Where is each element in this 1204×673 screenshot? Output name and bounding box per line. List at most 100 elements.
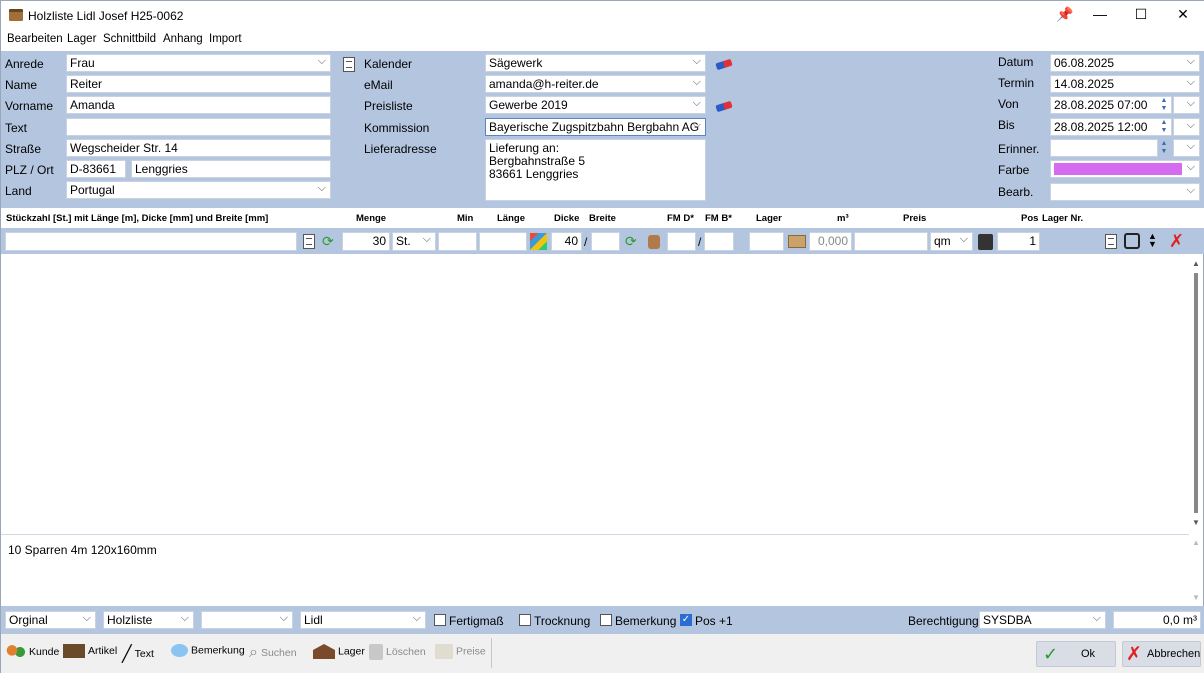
pos-input[interactable]: 1 [997, 232, 1040, 251]
menu-anhang[interactable]: Anhang [163, 33, 203, 45]
bis-date: 28.08.2025 [1054, 120, 1115, 134]
menu-import[interactable]: Import [209, 33, 242, 45]
breite-input[interactable] [591, 232, 620, 251]
bemerkung-checkbox[interactable] [600, 614, 612, 626]
notes-scroll-up-icon[interactable]: ▲ [1191, 538, 1201, 547]
erinner-spinner-icon[interactable]: ▲ ▼ [1158, 140, 1170, 156]
lager-button[interactable]: Lager [313, 644, 365, 659]
vorname-field[interactable]: Amanda [66, 96, 331, 114]
notes-scroll-down-icon[interactable]: ▼ [1191, 593, 1201, 602]
type-select[interactable]: Holzliste [103, 611, 194, 629]
wood-icon[interactable] [648, 235, 660, 249]
email-select[interactable]: amanda@h-reiter.de [485, 75, 706, 93]
grid-scroll-up-icon[interactable]: ▲ [1191, 259, 1201, 268]
box-icon[interactable] [788, 235, 806, 248]
eraser-icon[interactable] [715, 100, 733, 113]
suchen-label: Suchen [260, 646, 297, 659]
ort-field[interactable]: Lenggries [131, 160, 331, 178]
farbe-select[interactable] [1050, 160, 1200, 178]
grid-scroll-down-icon[interactable]: ▼ [1191, 518, 1201, 527]
close-button[interactable]: ✕ [1168, 3, 1198, 25]
menu-schnittbild[interactable]: Schnittbild [103, 33, 156, 45]
artikel-button[interactable]: Artikel [63, 644, 117, 658]
bis-date-field[interactable]: 28.08.2025 12:00 [1050, 118, 1172, 136]
loeschen-button[interactable]: Löschen [369, 644, 426, 660]
anrede-select[interactable]: Frau [66, 54, 331, 72]
refresh-icon[interactable]: ⟳ [625, 233, 637, 250]
termin-field[interactable]: 14.08.2025 [1050, 75, 1200, 93]
kalender-select[interactable]: Sägewerk [485, 54, 706, 72]
erinner-dropdown[interactable] [1173, 139, 1200, 157]
minimize-button[interactable]: — [1085, 3, 1115, 25]
fm-separator: / [698, 235, 702, 249]
kommission-select[interactable]: Bayerische Zugspitzbahn Bergbahn AG [485, 118, 706, 136]
move-updown-icon[interactable]: ▲ ▼ [1148, 232, 1157, 249]
grid-scrollbar[interactable] [1194, 273, 1198, 513]
preisliste-select[interactable]: Gewerbe 2019 [485, 96, 706, 114]
blank-select[interactable] [201, 611, 293, 629]
erinner-field[interactable] [1050, 139, 1158, 157]
strasse-field[interactable]: Wegscheider Str. 14 [66, 139, 331, 157]
stueck-input[interactable] [5, 232, 297, 251]
warehouse-icon [313, 644, 335, 659]
suchen-button[interactable]: ⌕ Suchen [249, 644, 297, 662]
menu-lager[interactable]: Lager [67, 33, 96, 45]
name-field[interactable]: Reiter [66, 75, 331, 93]
von-spinner-icon[interactable]: ▲ ▼ [1158, 97, 1170, 113]
land-select[interactable]: Portugal [66, 181, 331, 199]
kunde-label: Kunde [29, 645, 60, 658]
berechtigung-select[interactable]: SYSDBA [979, 611, 1106, 629]
square-icon[interactable] [1124, 233, 1140, 249]
maximize-button[interactable]: ☐ [1126, 3, 1156, 25]
dicke-input[interactable]: 40 [551, 232, 582, 251]
min-input[interactable] [438, 232, 477, 251]
lieferadresse-textarea[interactable]: Lieferung an: Bergbahnstraße 5 83661 Len… [485, 139, 706, 201]
laenge-input[interactable] [479, 232, 527, 251]
artikel-label: Artikel [88, 644, 118, 657]
refresh-icon[interactable]: ⟳ [322, 233, 334, 250]
mode-select[interactable]: Orginal [5, 611, 96, 629]
preis-input[interactable] [854, 232, 928, 251]
datum-field[interactable]: 06.08.2025 [1050, 54, 1200, 72]
search-icon: ⌕ [249, 644, 258, 661]
puzzle-icon[interactable] [530, 233, 547, 250]
farbe-swatch [1054, 163, 1182, 175]
document-icon[interactable] [343, 57, 355, 72]
people-icon [6, 644, 26, 660]
pos-plus-checkbox[interactable]: ✓ [680, 614, 692, 626]
app-icon [9, 9, 23, 21]
unit-select[interactable]: St. [392, 232, 436, 251]
fertigmass-checkbox[interactable] [434, 614, 446, 626]
bis-spinner-icon[interactable]: ▲ ▼ [1158, 119, 1170, 135]
calculator-icon[interactable] [978, 234, 993, 250]
positions-grid[interactable] [1, 254, 1189, 532]
abbrechen-button[interactable]: ✗ Abbrechen [1122, 641, 1201, 667]
delete-icon[interactable]: ✗ [1169, 231, 1184, 252]
text-field[interactable] [66, 118, 331, 136]
fmb-input[interactable] [704, 232, 734, 251]
eraser-icon[interactable] [715, 58, 733, 71]
text-button[interactable]: ╱ Text [122, 644, 154, 664]
plz-field[interactable]: D-83661 [66, 160, 126, 178]
notes-area[interactable]: 10 Sparren 4m 120x160mm [1, 534, 1189, 606]
von-dropdown[interactable] [1173, 96, 1200, 114]
menu-bearbeiten[interactable]: Bearbeiten [7, 33, 63, 45]
preis-unit-select[interactable]: qm [930, 232, 973, 251]
kunde-button[interactable]: Kunde [6, 644, 59, 660]
bearb-select[interactable] [1050, 183, 1200, 201]
trocknung-checkbox[interactable] [519, 614, 531, 626]
bis-dropdown[interactable] [1173, 118, 1200, 136]
toolbar-separator [491, 638, 492, 668]
pin-icon[interactable]: 📌 [1056, 6, 1073, 23]
document-icon[interactable] [303, 234, 315, 249]
menge-input[interactable]: 30 [342, 232, 390, 251]
von-date-field[interactable]: 28.08.2025 07:00 [1050, 96, 1172, 114]
kalender-label: Kalender [364, 57, 413, 71]
customer-select[interactable]: Lidl [300, 611, 426, 629]
lager-input[interactable] [749, 232, 784, 251]
bemerkung-button[interactable]: Bemerkung [171, 644, 245, 657]
preise-button[interactable]: Preise [435, 644, 486, 659]
fmd-input[interactable] [667, 232, 696, 251]
ok-button[interactable]: ✓ Ok [1036, 641, 1116, 667]
copy-icon[interactable] [1105, 234, 1117, 249]
